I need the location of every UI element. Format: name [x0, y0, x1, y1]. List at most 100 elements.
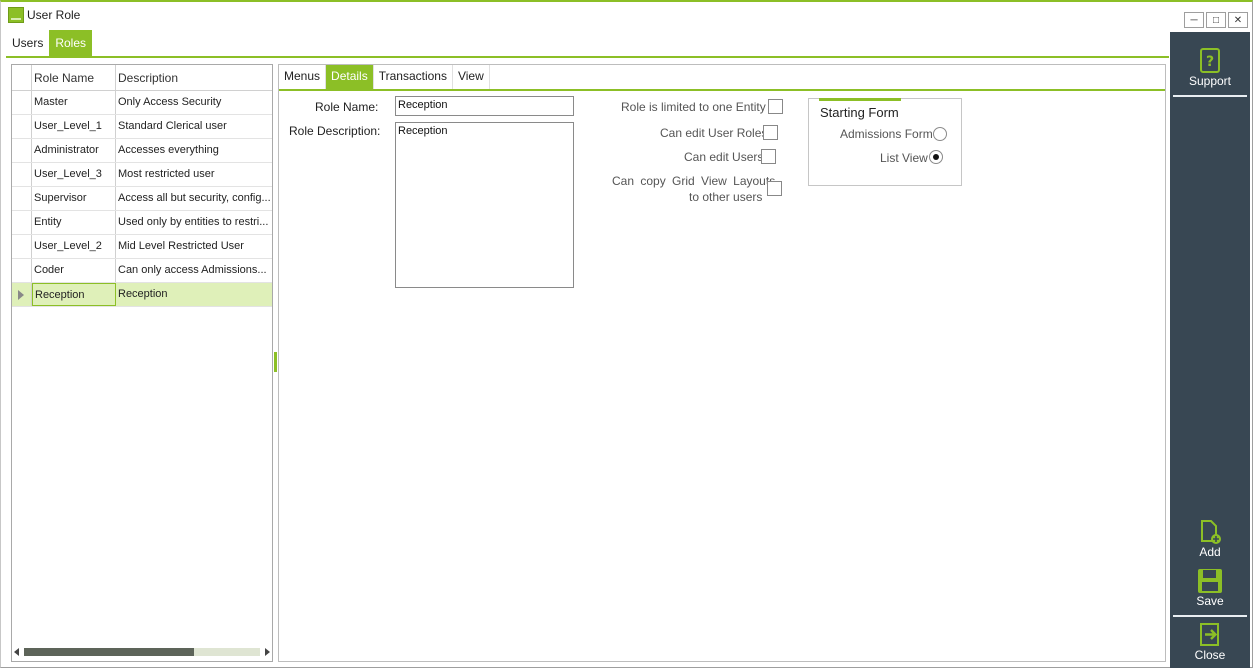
close-label: Close — [1194, 648, 1226, 662]
scroll-left-icon[interactable] — [14, 648, 19, 656]
role-name-cell: Supervisor — [32, 187, 116, 210]
tab-view[interactable]: View — [453, 65, 490, 89]
top-tabs: Users Roles — [6, 30, 93, 56]
row-indicator — [12, 187, 32, 210]
grid-header: Role Name Description — [12, 65, 272, 91]
role-name-cell: Administrator — [32, 139, 116, 162]
tab-menus[interactable]: Menus — [279, 65, 327, 89]
column-header-role-name[interactable]: Role Name — [32, 65, 116, 90]
row-indicator — [12, 139, 32, 162]
role-name-cell: Reception — [32, 283, 116, 306]
tab-details[interactable]: Details — [326, 65, 374, 89]
details-panel: Menus Details Transactions View Role Nam… — [278, 64, 1166, 662]
maximize-icon: □ — [1212, 14, 1220, 26]
row-indicator — [12, 211, 32, 234]
row-indicator — [12, 163, 32, 186]
support-button[interactable]: ? Support — [1170, 48, 1250, 88]
minimize-button[interactable]: ─ — [1184, 12, 1204, 28]
description-cell: Used only by entities to restri... — [118, 216, 269, 228]
description-cell: Accesses everything — [118, 144, 219, 156]
table-row[interactable]: Supervisor Access all but security, conf… — [12, 187, 272, 211]
close-icon: ✕ — [1233, 14, 1243, 26]
scroll-right-icon[interactable] — [265, 648, 270, 656]
description-cell: Only Access Security — [118, 96, 222, 108]
tab-users[interactable]: Users — [6, 30, 49, 56]
role-name-cell: User_Level_2 — [32, 235, 116, 258]
table-row[interactable]: User_Level_1 Standard Clerical user — [12, 115, 272, 139]
column-header-description[interactable]: Description — [116, 65, 272, 90]
list-view-radio[interactable] — [929, 150, 943, 164]
edit-user-roles-label: Can edit User Roles — [660, 126, 768, 140]
role-name-cell: Coder — [32, 259, 116, 282]
sub-tab-underline — [279, 89, 1165, 91]
tab-roles[interactable]: Roles — [49, 30, 93, 56]
save-label: Save — [1196, 594, 1224, 608]
table-row[interactable]: User_Level_2 Mid Level Restricted User — [12, 235, 272, 259]
description-cell: Most restricted user — [118, 168, 215, 180]
save-disk-icon — [1198, 569, 1222, 593]
save-button[interactable]: Save — [1170, 568, 1250, 608]
description-cell: Reception — [118, 288, 168, 300]
copy-grid-layouts-checkbox[interactable] — [767, 181, 782, 196]
admissions-form-label: Admissions Form — [840, 127, 933, 141]
description-cell: Can only access Admissions... — [118, 264, 267, 276]
row-indicator — [12, 283, 32, 306]
role-description-field[interactable]: Reception — [395, 122, 574, 288]
tab-transactions[interactable]: Transactions — [374, 65, 453, 89]
edit-user-roles-checkbox[interactable] — [763, 125, 778, 140]
role-name-cell: Entity — [32, 211, 116, 234]
close-button[interactable]: Close — [1170, 622, 1250, 662]
window-title: User Role — [27, 8, 81, 22]
description-cell: Access all but security, config... — [118, 192, 271, 204]
starting-form-group: Starting Form Admissions Form List View — [808, 98, 962, 186]
user-role-window: User Role ─ □ ✕ Users Roles Role Name De… — [0, 0, 1253, 668]
maximize-button[interactable]: □ — [1206, 12, 1226, 28]
help-icon: ? — [1200, 48, 1220, 73]
add-file-icon — [1201, 520, 1221, 544]
table-row-selected[interactable]: Reception Reception — [12, 283, 272, 307]
support-label: Support — [1188, 74, 1232, 88]
table-row[interactable]: Entity Used only by entities to restri..… — [12, 211, 272, 235]
row-indicator — [12, 259, 32, 282]
close-window-button[interactable]: ✕ — [1228, 12, 1248, 28]
row-indicator — [12, 235, 32, 258]
sub-tabs: Menus Details Transactions View — [279, 65, 490, 89]
starting-form-title: Starting Form — [820, 105, 899, 120]
role-name-cell: User_Level_3 — [32, 163, 116, 186]
roles-grid: Role Name Description Master Only Access… — [11, 64, 273, 662]
tab-underline — [6, 56, 1169, 58]
table-row[interactable]: Administrator Accesses everything — [12, 139, 272, 163]
add-label: Add — [1199, 545, 1221, 559]
table-row[interactable]: Coder Can only access Admissions... — [12, 259, 272, 283]
current-row-arrow-icon — [18, 290, 24, 300]
svg-text:?: ? — [1206, 54, 1214, 70]
copy-grid-layouts-label-line2: to other users — [689, 190, 763, 204]
panel-splitter[interactable] — [274, 352, 277, 372]
edit-users-checkbox[interactable] — [761, 149, 776, 164]
description-cell: Standard Clerical user — [118, 120, 227, 132]
app-icon — [8, 7, 24, 23]
role-name-field[interactable]: Reception — [395, 96, 574, 116]
row-indicator — [12, 115, 32, 138]
action-sidebar: ? Support Add Save Close — [1170, 32, 1250, 668]
horizontal-scrollbar[interactable] — [12, 646, 272, 658]
row-indicator-header — [12, 65, 32, 90]
sidebar-divider — [1173, 95, 1247, 97]
group-accent — [819, 98, 901, 101]
limited-entity-checkbox[interactable] — [768, 99, 783, 114]
description-cell: Mid Level Restricted User — [118, 240, 244, 252]
table-row[interactable]: User_Level_3 Most restricted user — [12, 163, 272, 187]
add-button[interactable]: Add — [1170, 519, 1250, 559]
row-indicator — [12, 91, 32, 114]
table-row[interactable]: Master Only Access Security — [12, 91, 272, 115]
role-name-label: Role Name: — [315, 100, 379, 114]
edit-users-label: Can edit Users — [684, 150, 764, 164]
role-name-cell: User_Level_1 — [32, 115, 116, 138]
exit-icon — [1200, 623, 1219, 646]
scroll-thumb[interactable] — [24, 648, 194, 656]
list-view-label: List View — [880, 151, 928, 165]
admissions-form-radio[interactable] — [933, 127, 947, 141]
minimize-icon: ─ — [1190, 14, 1198, 26]
role-description-label: Role Description: — [289, 124, 381, 138]
copy-grid-layouts-label: Can copy Grid View Layouts — [612, 174, 776, 188]
